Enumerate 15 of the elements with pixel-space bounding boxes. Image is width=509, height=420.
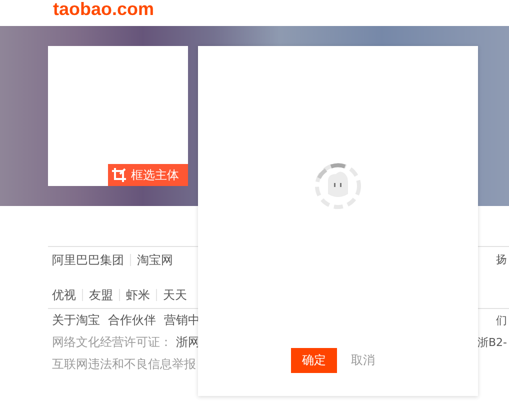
footer-link[interactable]: 优视 [48, 289, 82, 301]
footer-link[interactable]: 虾米 [119, 289, 156, 301]
spinner-icon [314, 162, 362, 210]
footer-link[interactable]: 合作伙伴 [104, 312, 156, 328]
footer-text: 网络文化经营许可证： [51, 334, 172, 350]
footer-link[interactable]: 扬 [496, 254, 509, 266]
footer-link[interactable]: 们 [496, 312, 509, 328]
footer-link[interactable]: 天天 [156, 289, 193, 301]
footer-link[interactable]: 友盟 [82, 289, 119, 301]
footer-link[interactable]: 阿里巴巴集团 [48, 254, 130, 266]
footer-link[interactable]: 关于淘宝 [48, 312, 100, 328]
footer-link[interactable]: 浙B2- [477, 334, 509, 350]
crop-icon [112, 168, 126, 182]
footer-text: 互联网违法和不良信息举报 [51, 356, 196, 372]
footer-link[interactable]: 淘宝网 [130, 254, 179, 266]
